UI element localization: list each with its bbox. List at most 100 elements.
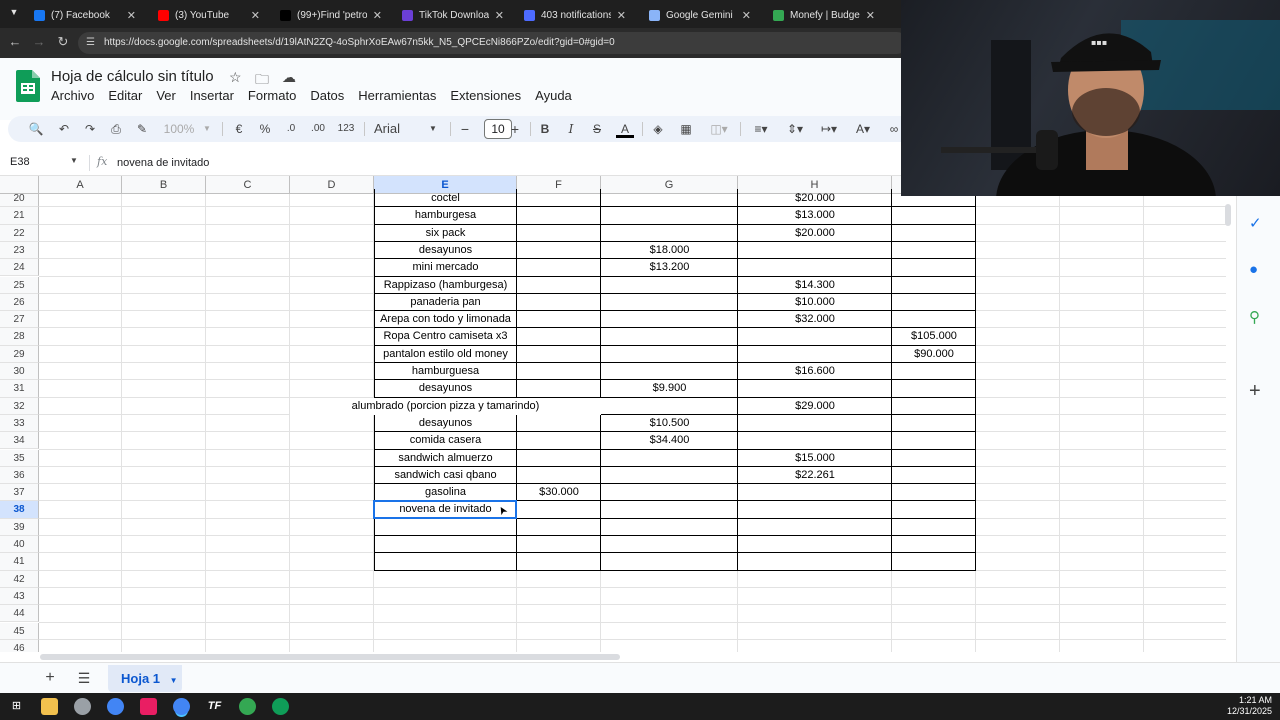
cell-e23[interactable]: desayunos	[374, 242, 517, 259]
chrome-profile-icon[interactable]	[239, 698, 256, 715]
cell-e29[interactable]: pantalon estilo old money	[374, 346, 517, 363]
system-clock[interactable]: 1:21 AM 12/31/2025	[1227, 695, 1272, 717]
row-header[interactable]: 33	[0, 414, 39, 433]
redo-icon[interactable]: ↷	[82, 120, 98, 138]
name-box-chevron-icon[interactable]: ▼	[70, 156, 78, 165]
browser-tab[interactable]: (99+)Find 'petro anu ✕	[272, 4, 390, 26]
vertical-align-icon[interactable]: ⇕▾	[782, 120, 808, 138]
menu-herramientas[interactable]: Herramientas	[358, 88, 436, 103]
browser-tab[interactable]: (3) YouTube ✕	[150, 4, 268, 26]
url-field[interactable]: ☰ https://docs.google.com/spreadsheets/d…	[78, 32, 908, 54]
calendar-icon[interactable]: ✓	[1249, 214, 1262, 232]
menu-editar[interactable]: Editar	[108, 88, 142, 103]
percent-format-button[interactable]: %	[258, 120, 272, 138]
cell-h26[interactable]: $10.000	[738, 294, 892, 311]
browser-tab[interactable]: (7) Facebook ✕	[26, 4, 144, 26]
cell-g31[interactable]: $9.900	[601, 380, 738, 397]
decrease-decimal-button[interactable]: .0	[282, 120, 300, 138]
doc-title[interactable]: Hoja de cálculo sin título	[51, 68, 214, 85]
font-select[interactable]: Arial	[374, 120, 424, 138]
cell-e36[interactable]: sandwich casi qbano	[374, 467, 517, 484]
row-header[interactable]: 45	[0, 622, 39, 640]
row-header[interactable]: 42	[0, 570, 39, 588]
row-header[interactable]: 29	[0, 345, 39, 363]
undo-icon[interactable]: ↶	[56, 120, 72, 138]
select-all-corner[interactable]	[0, 176, 39, 194]
row-header[interactable]: 35	[0, 449, 39, 467]
row-header[interactable]: 24	[0, 259, 39, 277]
row-header[interactable]: 40	[0, 536, 39, 554]
tab-close-icon[interactable]: ✕	[127, 9, 136, 22]
cell-h35[interactable]: $15.000	[738, 450, 892, 467]
maps-icon[interactable]: ⚲	[1249, 308, 1260, 326]
tab-close-icon[interactable]: ✕	[495, 9, 504, 22]
menu-extensiones[interactable]: Extensiones	[450, 88, 521, 103]
increase-font-size-icon[interactable]: +	[508, 120, 522, 138]
tf-app-icon[interactable]: TF	[206, 698, 223, 715]
cell-h25[interactable]: $14.300	[738, 277, 892, 294]
column-header[interactable]: B	[122, 176, 206, 194]
horizontal-scrollbar-thumb[interactable]	[40, 654, 620, 660]
menu-archivo[interactable]: Archivo	[51, 88, 94, 103]
row-header[interactable]: 43	[0, 587, 39, 606]
row-header[interactable]: 39	[0, 518, 39, 536]
cell-f37[interactable]: $30.000	[517, 484, 601, 501]
cell-i29[interactable]: $90.000	[892, 346, 976, 363]
chrome-active-icon[interactable]	[173, 698, 190, 715]
cell-h27[interactable]: $32.000	[738, 311, 892, 328]
file-explorer-icon[interactable]	[41, 698, 58, 715]
cell-e34[interactable]: comida casera	[374, 432, 517, 449]
chrome-icon[interactable]	[107, 698, 124, 715]
browser-tab[interactable]: TikTok Downloader - ✕	[394, 4, 512, 26]
browser-tab[interactable]: 403 notifications ✕	[516, 4, 634, 26]
tab-close-icon[interactable]: ✕	[866, 9, 875, 22]
row-header[interactable]: 27	[0, 311, 39, 329]
merge-cells-icon[interactable]: ◫▾	[706, 120, 732, 138]
cell-h22[interactable]: $20.000	[738, 225, 892, 242]
browser-tab[interactable]: Monefy | Budget & Tr ✕	[765, 4, 883, 26]
reload-icon[interactable]: ↻	[54, 34, 72, 50]
cell-g33[interactable]: $10.500	[601, 415, 738, 432]
vertical-scrollbar[interactable]	[1226, 196, 1236, 652]
obs-icon[interactable]	[74, 698, 91, 715]
cell-e37[interactable]: gasolina	[374, 484, 517, 501]
row-header[interactable]: 22	[0, 224, 39, 242]
row-header[interactable]: 28	[0, 328, 39, 346]
name-box[interactable]: E38	[10, 156, 30, 168]
get-addons-icon[interactable]: +	[1249, 380, 1261, 403]
cell-h32[interactable]: $29.000	[738, 398, 892, 415]
row-header[interactable]: 34	[0, 432, 39, 450]
cell-e27[interactable]: Arepa con todo y limonada	[374, 311, 517, 328]
cell-i28[interactable]: $105.000	[892, 328, 976, 345]
sheet-tab-hoja-1[interactable]: Hoja 1 ▼	[108, 665, 182, 692]
print-icon[interactable]: ⎙	[108, 120, 124, 138]
row-header[interactable]: 30	[0, 363, 39, 381]
tab-close-icon[interactable]: ✕	[617, 9, 626, 22]
back-icon[interactable]: ←	[6, 34, 24, 49]
menu-datos[interactable]: Datos	[310, 88, 344, 103]
row-header[interactable]: 25	[0, 276, 39, 294]
star-icon[interactable]: ☆	[229, 69, 242, 86]
tab-close-icon[interactable]: ✕	[373, 9, 382, 22]
cell-e25[interactable]: Rappizaso (hamburgesa)	[374, 277, 517, 294]
cell-e22[interactable]: six pack	[374, 225, 517, 242]
vertical-scrollbar-thumb[interactable]	[1225, 204, 1231, 226]
cell-e33[interactable]: desayunos	[374, 415, 517, 432]
tab-search-icon[interactable]: ▼	[6, 7, 22, 21]
cell-h30[interactable]: $16.600	[738, 363, 892, 380]
cell-h36[interactable]: $22.261	[738, 467, 892, 484]
currency-format-button[interactable]: €	[232, 120, 246, 138]
row-header[interactable]: 36	[0, 466, 39, 485]
decrease-font-size-icon[interactable]: −	[458, 120, 472, 138]
tab-close-icon[interactable]: ✕	[742, 9, 751, 22]
cell-e30[interactable]: hamburguesa	[374, 363, 517, 380]
cell-g24[interactable]: $13.200	[601, 259, 738, 276]
increase-decimal-button[interactable]: .00	[308, 120, 328, 138]
paint-format-icon[interactable]: ✎	[134, 120, 150, 138]
site-info-icon[interactable]: ☰	[86, 32, 95, 54]
search-menus-icon[interactable]: 🔍	[28, 120, 44, 138]
cell-h21[interactable]: $13.000	[738, 207, 892, 224]
row-header[interactable]: 38	[0, 501, 39, 519]
capcut-icon[interactable]	[140, 698, 157, 715]
row-header[interactable]: 44	[0, 605, 39, 623]
